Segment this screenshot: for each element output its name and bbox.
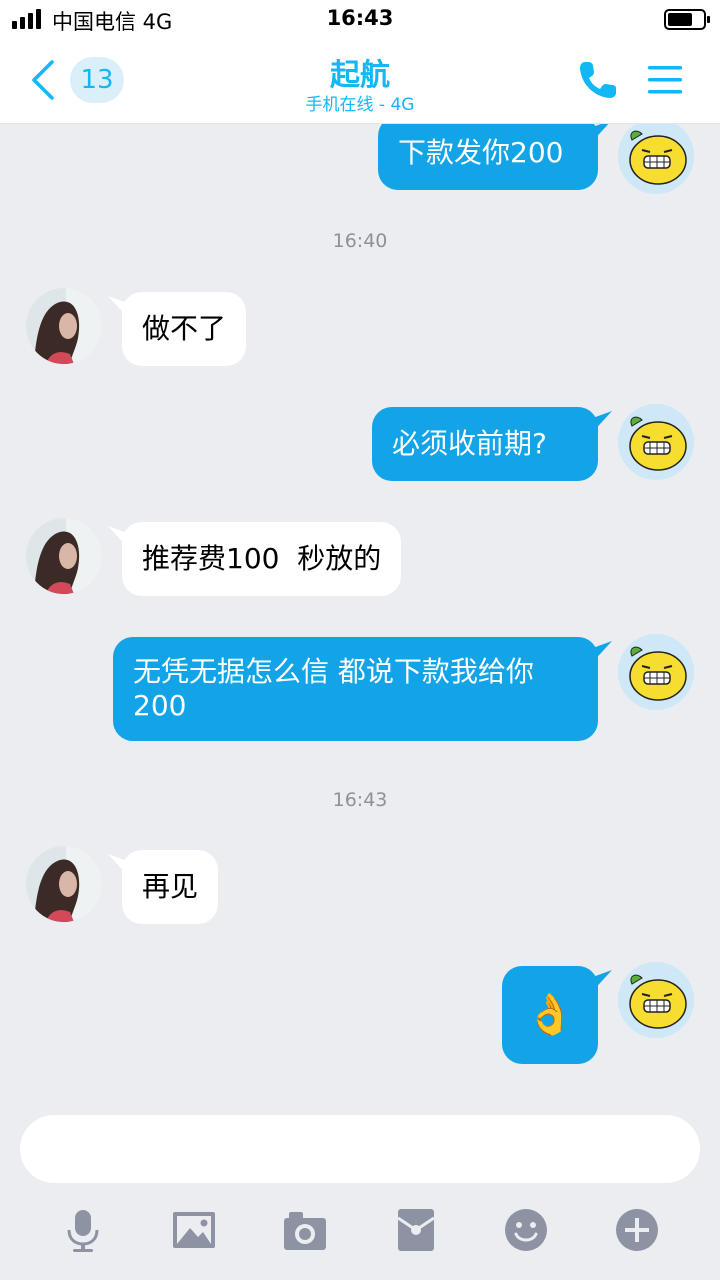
chat-header: 13 起航 手机在线 - 4G: [0, 40, 720, 124]
time-stamp: 16:40: [332, 230, 388, 252]
message-bubble-outgoing[interactable]: 无凭无据怎么信 都说下款我给你200: [113, 637, 598, 741]
avatar-contact[interactable]: [26, 288, 102, 364]
microphone-icon[interactable]: [59, 1206, 107, 1254]
avatar-self[interactable]: [618, 124, 694, 194]
message-list[interactable]: 下款发你200 16:40 做不了 必须收前期? 推荐费100 秒放的 无凭无据…: [0, 124, 720, 1100]
status-bar: 中国电信 4G 16:43: [0, 0, 720, 40]
lemon-avatar-icon: [618, 962, 694, 1038]
battery-icon: [664, 9, 710, 30]
camera-icon[interactable]: [281, 1206, 329, 1254]
phone-icon[interactable]: [576, 58, 620, 102]
image-icon[interactable]: [170, 1206, 218, 1254]
message-bubble-outgoing[interactable]: 👌: [502, 966, 598, 1064]
avatar-contact[interactable]: [26, 846, 102, 922]
contact-photo: [26, 288, 102, 364]
status-time: 16:43: [326, 6, 394, 30]
message-bubble-incoming[interactable]: 做不了: [122, 292, 247, 366]
avatar-self[interactable]: [618, 404, 694, 480]
lemon-avatar-icon: [618, 634, 694, 710]
input-area: [0, 1100, 720, 1280]
message-bubble-outgoing[interactable]: 必须收前期?: [372, 407, 598, 481]
lemon-avatar-icon: [618, 404, 694, 480]
avatar-self[interactable]: [618, 634, 694, 710]
red-packet-icon[interactable]: [392, 1206, 440, 1254]
message-bubble-incoming[interactable]: 再见: [122, 850, 219, 924]
avatar-contact[interactable]: [26, 518, 102, 594]
emoji-icon[interactable]: [502, 1206, 550, 1254]
contact-photo: [26, 846, 102, 922]
avatar-self[interactable]: [618, 962, 694, 1038]
menu-icon[interactable]: [646, 64, 684, 96]
contact-photo: [26, 518, 102, 594]
plus-icon[interactable]: [613, 1206, 661, 1254]
lemon-avatar-icon: [618, 124, 694, 194]
message-input[interactable]: [20, 1115, 700, 1183]
message-bubble-outgoing[interactable]: 下款发你200: [378, 124, 598, 190]
time-stamp: 16:43: [332, 789, 388, 811]
message-bubble-incoming[interactable]: 推荐费100 秒放的: [122, 522, 402, 596]
